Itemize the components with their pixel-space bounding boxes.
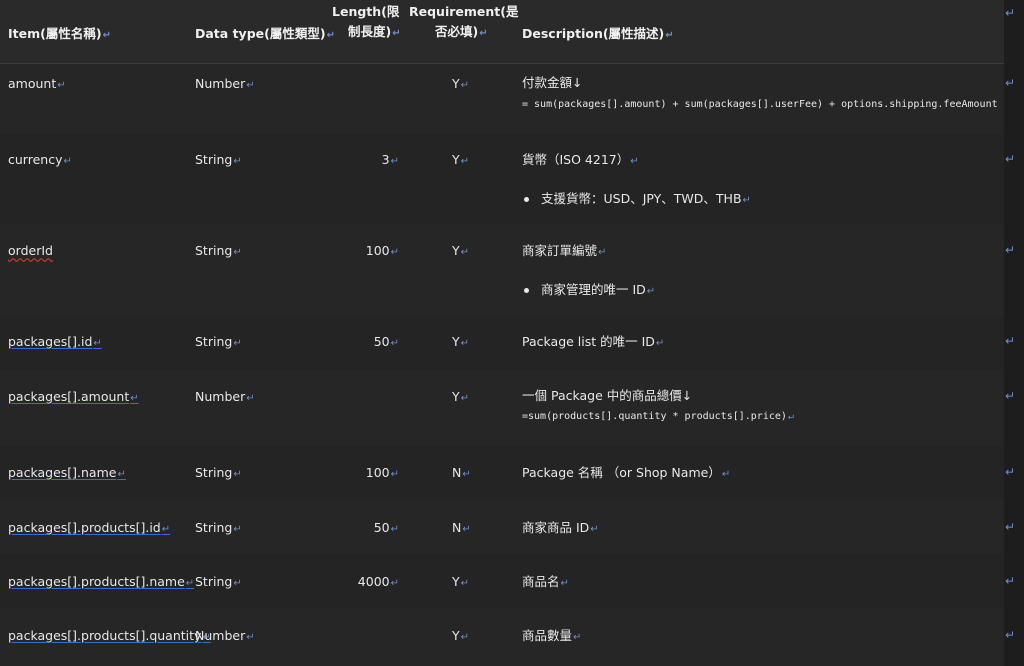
cell-item: currency↵ [8,152,72,167]
cell-req: Y↵ [452,334,470,349]
table-row: packages[].products[].quantity↵ Number↵ … [0,608,1004,666]
table-row: packages[].amount↵ Number↵ Y↵ 一個 Package… [0,370,1004,446]
table-row: packages[].products[].name↵ String↵ 4000… [0,554,1004,608]
return-mark: ↵ [1005,76,1016,90]
cell-req: N↵ [452,465,471,480]
cell-req: N↵ [452,520,471,535]
table-row: amount↵ Number↵ Y↵ 付款金額↓ = sum(packages[… [0,64,1004,134]
list-item: 支援貨幣：USD、JPY、TWD、THB↵ [524,188,751,207]
table-row: packages[].products[].id↵ String↵ 50↵ N↵… [0,500,1004,554]
cell-length: 50↵ [373,520,399,535]
cell-item: amount↵ [8,76,66,91]
cell-item: orderId [8,243,53,258]
cell-req: Y↵ [452,152,470,167]
header-requirement: Requirement(是 否必填)↵ [409,4,519,39]
cell-length: 4000↵ [357,574,399,589]
cell-desc: 貨幣（ISO 4217）↵ [522,152,639,167]
return-mark: ↵ [1005,389,1016,403]
cell-item: packages[].amount↵ [8,389,139,404]
cell-req: Y↵ [452,389,470,404]
return-mark: ↵ [1005,6,1016,20]
cell-item: packages[].products[].quantity↵ [8,628,211,643]
cell-type: String↵ [195,574,242,589]
cell-length: 100↵ [365,465,399,480]
cell-desc-formula: = sum(packages[].amount) + sum(packages[… [522,99,998,110]
cell-desc: 商家商品 ID↵ [522,520,599,535]
table-row: packages[].id↵ String↵ 50↵ Y↵ Package li… [0,316,1004,370]
return-mark: ↵ [1005,465,1016,479]
return-mark: ↵ [1005,628,1016,642]
cell-type: Number↵ [195,389,255,404]
header-description: Description(屬性描述)↵ [522,26,674,41]
cell-req: Y↵ [452,628,470,643]
cell-desc: 付款金額↓ [522,75,583,90]
table-row: orderId String↵ 100↵ Y↵ 商家訂單編號↵ 商家管理的唯一 … [0,224,1004,316]
cell-type: String↵ [195,465,242,480]
cell-desc: 商品名↵ [522,574,569,589]
cell-item: packages[].products[].name↵ [8,574,195,589]
cell-length: 3↵ [381,152,399,167]
cell-desc: 一個 Package 中的商品總價↓ [522,388,693,403]
cell-type: String↵ [195,152,242,167]
table-row: currency↵ String↵ 3↵ Y↵ 貨幣（ISO 4217）↵ 支援… [0,134,1004,224]
cell-type: String↵ [195,334,242,349]
return-mark: ↵ [1005,243,1016,257]
return-mark: ↵ [1005,152,1016,166]
cell-req: Y↵ [452,243,470,258]
cell-item: packages[].products[].id↵ [8,520,171,535]
cell-length: 50↵ [373,334,399,349]
table-row: packages[].name↵ String↵ 100↵ N↵ Package… [0,446,1004,500]
cell-desc: Package 名稱 （or Shop Name）↵ [522,465,731,480]
cell-type: String↵ [195,520,242,535]
cell-length: 100↵ [365,243,399,258]
header-length: Length(限 制長度)↵ [332,4,401,39]
header-item: Item(屬性名稱)↵ [8,26,111,41]
bullet-icon [524,288,529,293]
cell-req: Y↵ [452,574,470,589]
return-mark: ↵ [102,30,111,41]
spec-table: Item(屬性名稱)↵ Data type(屬性類型)↵ Length(限 制長度… [0,0,1004,666]
bullet-icon [524,197,529,202]
return-mark: ↵ [1005,520,1016,534]
return-mark: ↵ [1005,574,1016,588]
cell-desc: 商品數量↵ [522,628,582,643]
cell-type: Number↵ [195,628,255,643]
return-mark: ↵ [1005,334,1016,348]
cell-desc: Package list 的唯一 ID↵ [522,334,665,349]
right-margin [1004,0,1024,666]
cell-desc-formula: =sum(products[].quantity * products[].pr… [522,411,794,422]
cell-item: packages[].name↵ [8,465,126,480]
cell-type: Number↵ [195,76,255,91]
cell-type: String↵ [195,243,242,258]
cell-desc: 商家訂單編號↵ [522,243,607,258]
list-item: 商家管理的唯一 ID↵ [524,279,655,298]
table-header-row: Item(屬性名稱)↵ Data type(屬性類型)↵ Length(限 制長度… [0,0,1004,64]
cell-item: packages[].id↵ [8,334,102,349]
cell-req: Y↵ [452,76,470,91]
header-type: Data type(屬性類型)↵ [195,26,335,41]
